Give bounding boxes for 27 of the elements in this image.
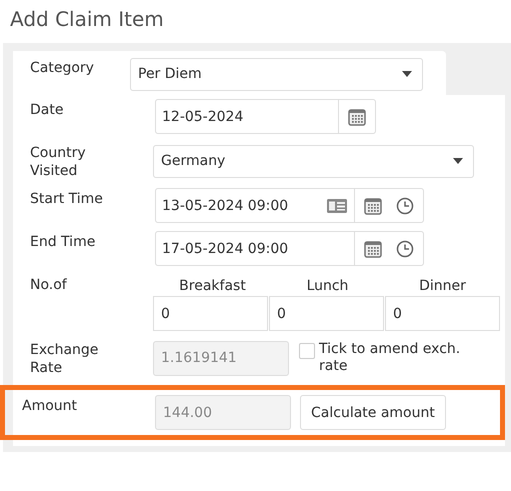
calendar-icon[interactable]: [363, 238, 383, 258]
datetime-field[interactable]: 17-05-2024 09:00: [155, 231, 424, 266]
field-label: End Time: [29, 233, 96, 251]
calendar-icon[interactable]: [363, 196, 383, 216]
column-heading: Lunch: [306, 277, 350, 294]
input-field[interactable]: 0: [153, 296, 268, 331]
column-heading: Dinner: [418, 277, 467, 294]
field-label: Date: [29, 101, 64, 119]
checkbox-label: Tick to amend exch. rate: [319, 341, 462, 375]
field-label: Exchange Rate: [29, 341, 100, 377]
clock-icon[interactable]: [395, 238, 415, 258]
input-field[interactable]: 0: [269, 296, 384, 331]
date-field[interactable]: 12-05-2024: [155, 99, 376, 134]
input-field[interactable]: 0: [385, 296, 500, 331]
clock-icon[interactable]: [395, 196, 415, 216]
contact-card-icon[interactable]: [326, 198, 348, 214]
calendar-icon[interactable]: [347, 106, 367, 126]
page-title: Add Claim Item: [9, 6, 165, 33]
column-heading: Breakfast: [178, 277, 247, 294]
field-label: No.of: [29, 276, 68, 294]
field-label: Start Time: [29, 190, 104, 208]
field-label: Country Visited: [29, 144, 87, 180]
datetime-field[interactable]: 13-05-2024 09:00: [155, 188, 424, 223]
country-select[interactable]: Germany: [153, 144, 474, 178]
category-select[interactable]: Per Diem: [130, 58, 423, 90]
field-label: Amount: [21, 397, 78, 415]
field-label: Category: [29, 59, 95, 77]
